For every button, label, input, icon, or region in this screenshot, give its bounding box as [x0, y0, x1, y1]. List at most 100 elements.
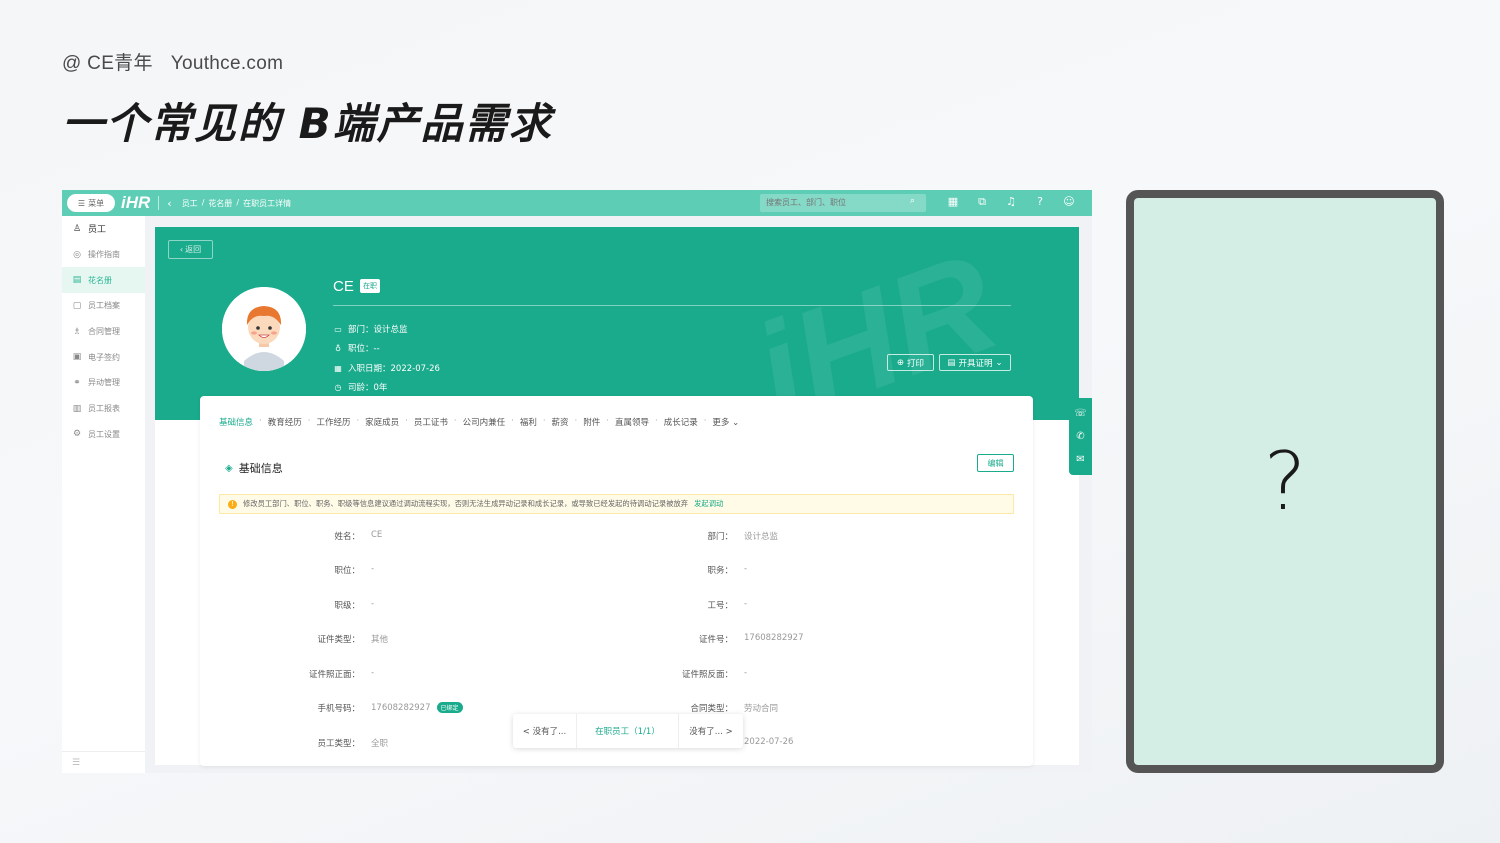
brand-site: Youthce.com: [170, 53, 284, 74]
field-label: 手机号码：: [317, 704, 360, 714]
esign-icon: ▣: [72, 352, 82, 363]
prev-record-button[interactable]: < 没有了...: [513, 714, 577, 748]
tab-growth[interactable]: 成长记录: [664, 416, 698, 428]
tenure-text: 司龄：0年: [348, 383, 388, 393]
tablet-mockup: ?: [1126, 190, 1444, 773]
tab-benefits[interactable]: 福利: [520, 416, 537, 428]
field-label: 职级：: [334, 601, 360, 611]
breadcrumb-item[interactable]: 花名册: [208, 198, 232, 209]
tab-education[interactable]: 教育经历: [268, 416, 302, 428]
field-value: 17608282927: [744, 633, 804, 643]
sidebar-item-employee[interactable]: ♙ 员工: [62, 216, 145, 242]
sidebar-item-archive[interactable]: ▢ 员工档案: [62, 293, 145, 319]
position-text: 职位：--: [348, 344, 380, 354]
report-icon: ▥: [72, 403, 82, 414]
tab-separator: ·: [654, 416, 658, 426]
search-input[interactable]: [760, 194, 926, 212]
divider: [158, 196, 160, 210]
app-logo[interactable]: iHR: [121, 193, 150, 213]
tab-attachments[interactable]: 附件: [583, 416, 600, 428]
menu-label: 菜单: [88, 198, 105, 208]
bell-icon[interactable]: ♫: [1004, 195, 1018, 209]
archive-icon: ▢: [72, 300, 82, 311]
profile-header: iHR ‹ 返回 CE 在职 ▭ 部门：设计总监 ♁ 职位：-- ▦ 入职日期：…: [155, 227, 1079, 420]
print-button[interactable]: ⊕ 打印: [887, 354, 934, 371]
tab-concurrent[interactable]: 公司内兼任: [463, 416, 506, 428]
chevron-down-icon: ⌄: [995, 357, 1003, 368]
record-pager: < 没有了... 在职员工（1/1） 没有了... >: [513, 714, 743, 748]
tab-salary[interactable]: 薪资: [552, 416, 569, 428]
field-value: CE: [371, 530, 383, 540]
tab-more[interactable]: 更多 ⌄: [712, 416, 739, 428]
tab-family[interactable]: 家庭成员: [365, 416, 399, 428]
department-text: 部门：设计总监: [348, 325, 408, 335]
field-label: 合同类型：: [690, 704, 733, 714]
back-label: 返回: [185, 245, 202, 254]
back-button[interactable]: ‹ 返回: [168, 240, 213, 259]
main-content: iHR ‹ 返回 CE 在职 ▭ 部门：设计总监 ♁ 职位：-- ▦ 入职日期：…: [155, 227, 1079, 766]
roster-icon: ▤: [72, 275, 82, 286]
notice-text: 修改员工部门、职位、职务、职级等信息建议通过调动流程实现，否则无法生成异动记录和…: [243, 499, 689, 508]
search-icon[interactable]: ⌕: [910, 196, 915, 206]
initiate-transfer-link[interactable]: 发起调动: [694, 499, 723, 509]
employee-name: CE: [333, 278, 354, 295]
sidebar-item-report[interactable]: ▥ 员工报表: [62, 396, 145, 422]
help-icon[interactable]: ?: [1033, 195, 1047, 209]
collapse-sidebar-icon[interactable]: ☰: [62, 751, 145, 773]
tab-basic-info[interactable]: 基础信息: [219, 416, 253, 428]
field-label: 姓名：: [334, 532, 360, 542]
user-icon: ♙: [72, 223, 82, 234]
tab-work-history[interactable]: 工作经历: [316, 416, 350, 428]
menu-button[interactable]: ☰ 菜单: [67, 194, 115, 212]
chat-icon[interactable]: ☏: [1074, 408, 1087, 419]
breadcrumb-item: 在职员工详情: [243, 198, 292, 208]
tab-leader[interactable]: 直属领导: [615, 416, 649, 428]
hire-date-text: 入职日期：2022-07-26: [348, 364, 440, 374]
sidebar-item-guide[interactable]: ◎ 操作指南: [62, 242, 145, 268]
chevron-left-icon[interactable]: ‹: [167, 197, 171, 210]
sidebar-item-label: 电子签约: [88, 352, 120, 362]
settings-icon: ⚙: [72, 429, 82, 440]
phone-icon[interactable]: ✆: [1076, 431, 1084, 442]
print-label: 打印: [907, 358, 925, 369]
wechat-icon[interactable]: ✉: [1076, 454, 1084, 465]
globe-icon: ⊕: [896, 357, 905, 368]
divider: [333, 305, 1011, 306]
sidebar-item-roster[interactable]: ▤ 花名册: [62, 267, 145, 294]
breadcrumb-separator: /: [236, 197, 240, 207]
position-info: ♁ 职位：--: [333, 342, 380, 355]
field-value: 17608282927: [371, 703, 431, 713]
org-icon[interactable]: ⧉: [975, 195, 989, 209]
tab-separator: ·: [703, 416, 707, 426]
tenure-info: ◷ 司龄：0年: [333, 381, 388, 394]
edit-button[interactable]: 编辑: [977, 454, 1014, 472]
sidebar-item-transfer[interactable]: ⚭ 异动管理: [62, 370, 145, 396]
sidebar-item-label: 员工报表: [88, 404, 120, 414]
chevron-down-icon: ⌄: [732, 418, 740, 428]
field-label: 职位：: [334, 566, 360, 576]
tab-separator: ·: [307, 416, 311, 426]
sidebar-item-esign[interactable]: ▣ 电子签约: [62, 344, 145, 370]
section-title: ◈ 基础信息: [225, 460, 283, 476]
sidebar-item-settings[interactable]: ⚙ 员工设置: [62, 422, 145, 448]
user-icon[interactable]: ☺: [1062, 195, 1076, 209]
tab-separator: ·: [453, 416, 457, 426]
sidebar-item-label: 员工设置: [88, 429, 120, 439]
qrcode-icon[interactable]: ▦: [946, 195, 960, 209]
breadcrumb-item[interactable]: 员工: [182, 198, 198, 209]
app-screenshot: ☰菜单 iHR ‹ 员工 / 花名册 / 在职员工详情 ⌕ ▦ ⧉ ♫ ? ☺ …: [62, 190, 1092, 773]
tab-certificates[interactable]: 员工证书: [414, 416, 448, 428]
tab-separator: ·: [405, 416, 408, 426]
field-label: 部门：: [707, 532, 733, 542]
menu-icon: ☰: [77, 198, 86, 208]
top-icons: ▦ ⧉ ♫ ? ☺: [946, 195, 1076, 209]
sidebar-item-label: 员工: [88, 225, 107, 236]
certificate-button[interactable]: ▤ 开具证明 ⌄: [939, 354, 1011, 371]
certificate-label: 开具证明: [958, 358, 993, 369]
field-value: 全职: [371, 739, 389, 749]
notice-bar: ! 修改员工部门、职位、职务、职级等信息建议通过调动流程实现，否则无法生成异动记…: [219, 494, 1014, 514]
sidebar-item-contract[interactable]: ♗ 合同管理: [62, 319, 145, 345]
next-record-button[interactable]: 没有了... >: [679, 714, 743, 748]
tab-more-label: 更多: [712, 418, 730, 428]
record-position: 在职员工（1/1）: [577, 714, 679, 748]
